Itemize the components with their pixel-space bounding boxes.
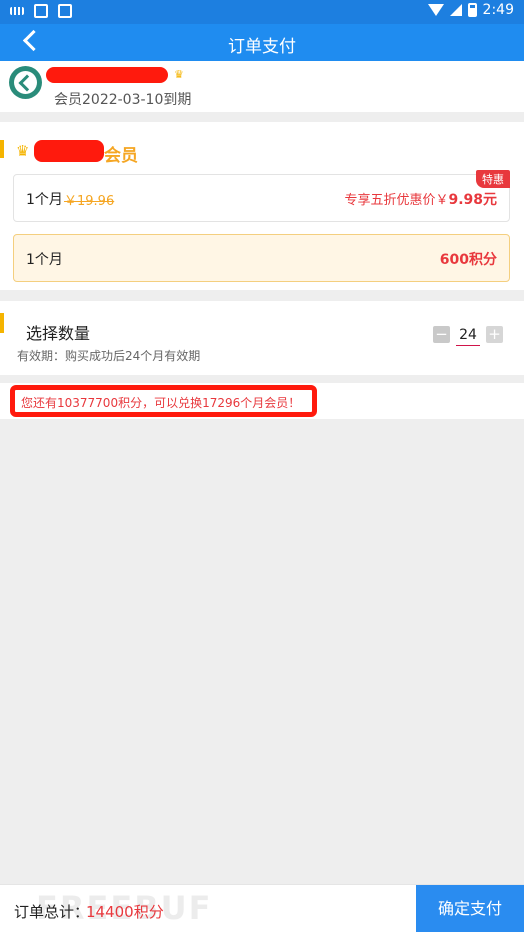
special-offer-badge: 特惠 [476, 170, 510, 188]
points-price: 600积分 [439, 252, 497, 268]
wifi-icon [427, 4, 444, 16]
battery-icon [467, 3, 477, 17]
order-total-label: 订单总计： [14, 903, 90, 921]
promo-price: 专享五折优惠价￥9.98元 [344, 192, 497, 208]
signal-icon [449, 4, 462, 16]
quantity-title: 选择数量 [26, 324, 91, 343]
confirm-payment-button[interactable]: 确定支付 [416, 885, 524, 932]
status-bar: 2:49 [0, 0, 524, 24]
membership-expiry: 会员2022-03-10到期 [54, 92, 192, 108]
plan-option-points[interactable]: 1个月 600积分 [13, 234, 510, 282]
user-card: ♛ 会员2022-03-10到期 [0, 61, 524, 112]
status-time: 2:49 [482, 2, 514, 18]
member-title: 会员 [104, 146, 138, 166]
plan-duration: 1个月 [26, 192, 63, 208]
member-section: ♛ 会员 1个月 ￥19.96 专享五折优惠价￥9.98元 特惠 1个月 600… [0, 122, 524, 290]
redacted-username [46, 67, 168, 83]
avatar [9, 66, 42, 99]
notice-area: 您还有10377700积分，可以兑换17296个月会员！ [0, 383, 524, 419]
crown-icon: ♛ [16, 142, 30, 160]
page-title: 订单支付 [228, 37, 296, 57]
a-icon [58, 4, 72, 18]
original-price: ￥19.96 [64, 194, 115, 209]
keyboard-icon [10, 7, 24, 15]
increase-button[interactable]: + [486, 326, 503, 343]
plan-duration: 1个月 [26, 252, 63, 268]
redacted-member-name [34, 140, 104, 162]
validity-text: 有效期：购买成功后24个月有效期 [17, 349, 201, 363]
nav-bar: 订单支付 [0, 24, 524, 61]
crown-icon: ♛ [174, 68, 184, 81]
decrease-button[interactable]: − [433, 326, 450, 343]
quantity-section: 选择数量 有效期：购买成功后24个月有效期 − + [0, 301, 524, 375]
quantity-input[interactable] [456, 324, 480, 346]
order-total-value: 14400积分 [86, 903, 164, 921]
section-accent [0, 140, 4, 158]
points-notice-text: 您还有10377700积分，可以兑换17296个月会员！ [21, 396, 301, 410]
section-accent [0, 313, 4, 333]
bottom-bar: FREEBUF 订单总计： 14400积分 确定支付 [0, 884, 524, 932]
plan-option-price[interactable]: 1个月 ￥19.96 专享五折优惠价￥9.98元 特惠 [13, 170, 510, 222]
points-notice: 您还有10377700积分，可以兑换17296个月会员！ [10, 385, 317, 417]
image-icon [34, 4, 48, 18]
